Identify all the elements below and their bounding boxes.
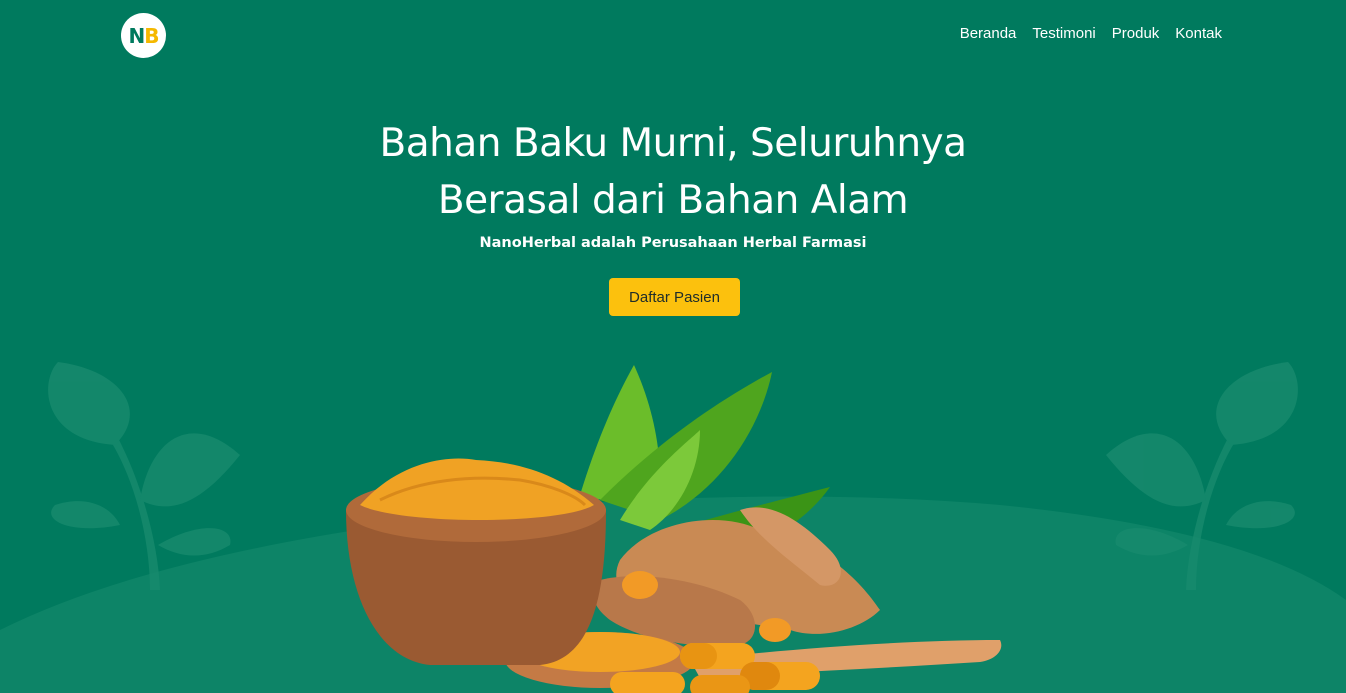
wooden-bowl-icon xyxy=(346,458,606,665)
turmeric-illustration xyxy=(346,365,1002,693)
turmeric-root-icon xyxy=(593,507,880,647)
